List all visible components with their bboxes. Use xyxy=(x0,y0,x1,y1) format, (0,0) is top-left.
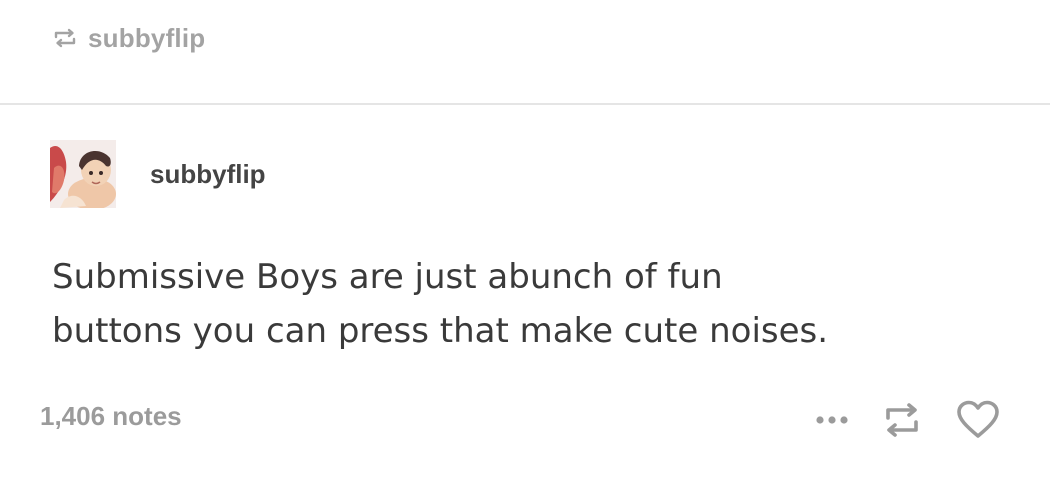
avatar[interactable] xyxy=(50,140,116,208)
reblog-icon xyxy=(52,27,78,49)
post-author: subbyflip xyxy=(50,140,266,208)
reblog-username-link[interactable]: subbyflip xyxy=(88,23,205,54)
reblog-button[interactable] xyxy=(882,402,922,438)
divider xyxy=(0,103,1050,105)
more-icon xyxy=(816,416,848,424)
heart-icon xyxy=(957,400,999,438)
reblog-header: subbyflip xyxy=(52,18,205,58)
notes-count-link[interactable]: 1,406 notes xyxy=(40,401,182,432)
reblog-icon xyxy=(886,403,918,437)
author-username-link[interactable]: subbyflip xyxy=(150,159,266,190)
post-text-line: Submissive Boys are just abunch of fun xyxy=(52,257,723,297)
post-footer: 1,406 notes xyxy=(0,395,1050,445)
post-actions xyxy=(816,395,1000,445)
like-button[interactable] xyxy=(956,400,1000,440)
more-options-button[interactable] xyxy=(816,415,848,425)
post-text-line: buttons you can press that make cute noi… xyxy=(52,311,829,351)
post-body: Submissive Boys are just abunch of fun b… xyxy=(52,250,1012,358)
tumblr-post: subbyflip subbyflip Submissive Boys are … xyxy=(0,0,1050,500)
